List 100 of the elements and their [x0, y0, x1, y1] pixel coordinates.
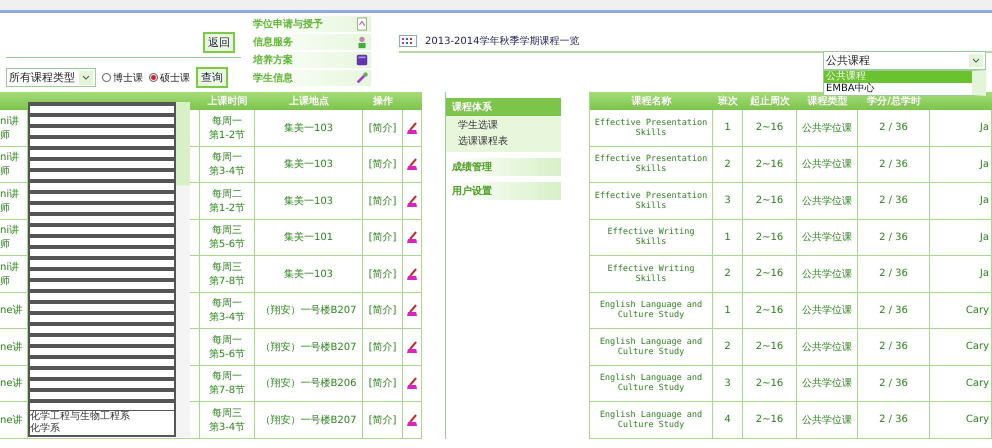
- table-cell: （翔安）一号楼B207: [255, 329, 363, 364]
- table-cell: 3: [713, 366, 743, 401]
- table-cell: （翔安）一号楼B207: [255, 402, 363, 438]
- column-header: 起止周次: [749, 94, 791, 109]
- page-title: 2013-2014学年秋季学期课程一览: [425, 34, 580, 48]
- table-cell: 1: [713, 220, 743, 255]
- column-header: 上课时间: [206, 94, 248, 109]
- table-cell: 1: [713, 292, 743, 328]
- radio-label: 博士课: [113, 72, 143, 84]
- back-button[interactable]: 返回: [203, 32, 235, 53]
- table-cell: Ja: [930, 256, 992, 292]
- edit-icon[interactable]: [405, 230, 419, 244]
- edit-icon[interactable]: [405, 340, 419, 354]
- table-cell: 2 / 36: [858, 220, 930, 255]
- intro-link[interactable]: [简介]: [368, 120, 396, 135]
- table-cell: 2: [713, 256, 743, 292]
- intro-link[interactable]: [简介]: [368, 266, 396, 281]
- table-cell: 2 / 36: [858, 146, 930, 182]
- document-icon: [355, 17, 369, 31]
- edit-icon[interactable]: [405, 120, 419, 135]
- table-cell: 公共学位课: [797, 110, 858, 146]
- table-cell: 每周三 第7-8节: [200, 256, 255, 292]
- intro-link[interactable]: [简介]: [368, 194, 396, 208]
- table-cell: 每周一 第3-4节: [200, 146, 255, 182]
- menu-item[interactable]: 信息服务: [251, 34, 371, 50]
- table-cell: 集美一103: [255, 183, 363, 218]
- table-cell: 每周三 第3-4节: [200, 402, 255, 438]
- table-cell: Cary: [930, 292, 992, 328]
- table-cell: 公共学位课: [797, 183, 858, 218]
- table-cell: 2 / 36: [858, 366, 930, 401]
- radio-button[interactable]: [102, 73, 111, 82]
- intro-link[interactable]: [简介]: [368, 157, 396, 172]
- table-cell: 每周一 第1-2节: [200, 110, 255, 146]
- dropdown-option[interactable]: 化学系: [30, 423, 174, 435]
- table-cell: 2~16: [743, 146, 797, 182]
- course-name: English Language and Culture Study: [590, 402, 713, 438]
- intro-link[interactable]: [简介]: [368, 303, 396, 318]
- edit-icon[interactable]: [405, 194, 419, 208]
- table-cell: 2 / 36: [858, 183, 930, 218]
- intro-link[interactable]: [简介]: [368, 376, 396, 390]
- column-header: 上课地点: [288, 94, 330, 109]
- table-cell: 每周二 第1-2节: [200, 183, 255, 218]
- table-cell: Ja: [930, 110, 992, 146]
- table-cell: 公共学位课: [797, 366, 858, 401]
- table-cell: 每周一 第3-4节: [200, 292, 255, 328]
- column-header: 操作: [372, 94, 394, 109]
- table-cell: 2~16: [743, 366, 797, 401]
- edit-icon[interactable]: [405, 266, 419, 281]
- column-header: 课程类型: [806, 94, 848, 109]
- menu-item[interactable]: 培养方案: [251, 52, 371, 68]
- column-header: 学分/总学时: [866, 95, 922, 109]
- table-cell: 2~16: [743, 292, 797, 328]
- category-select[interactable]: 公共课程: [823, 51, 986, 70]
- course-name: Effective Writing Skills: [590, 220, 713, 255]
- table-cell: 集美一101: [255, 220, 363, 255]
- submenu-item[interactable]: 学生选课: [458, 118, 561, 134]
- dropdown-option[interactable]: EMBA中心: [824, 83, 972, 95]
- table-cell: 公共学位课: [797, 402, 858, 438]
- table-cell: Ja: [930, 183, 992, 218]
- column-header: 课程名称: [630, 94, 672, 109]
- table-cell: Cary: [930, 329, 992, 364]
- table-cell: 1: [713, 110, 743, 146]
- edit-icon[interactable]: [405, 157, 419, 172]
- table-cell: 公共学位课: [797, 329, 858, 364]
- course-name: Effective Presentation Skills: [590, 183, 713, 218]
- table-cell: 2~16: [743, 220, 797, 255]
- table-cell: 2~16: [743, 256, 797, 292]
- edit-icon[interactable]: [405, 412, 419, 427]
- menu-item[interactable]: 学位申请与授予: [251, 16, 371, 32]
- table-cell: 每周一 第7-8节: [200, 366, 255, 401]
- column-header: 班次: [716, 94, 739, 109]
- table-cell: 集美一103: [255, 110, 363, 146]
- table-cell: 公共学位课: [797, 292, 858, 328]
- query-button[interactable]: 查询: [196, 67, 228, 88]
- scrollbar[interactable]: [176, 102, 190, 437]
- table-cell: 每周一 第5-6节: [200, 329, 255, 364]
- table-cell: 2~16: [743, 110, 797, 146]
- table-cell: 公共学位课: [797, 146, 858, 182]
- table-cell: 4: [713, 402, 743, 438]
- menu-item[interactable]: 学生信息: [251, 70, 371, 86]
- table-cell: 公共学位课: [797, 256, 858, 292]
- dropdown-option[interactable]: 化学工程与生物工程系: [30, 411, 174, 423]
- edit-icon[interactable]: [405, 303, 419, 318]
- table-cell: 2 / 36: [858, 256, 930, 292]
- table-cell: Cary: [930, 366, 992, 401]
- table-cell: 2 / 36: [858, 110, 930, 146]
- submenu-item[interactable]: 选课课程表: [458, 134, 561, 150]
- intro-link[interactable]: [简介]: [368, 412, 396, 427]
- intro-link[interactable]: [简介]: [368, 230, 396, 244]
- edit-icon[interactable]: [405, 376, 419, 390]
- radio-button[interactable]: [149, 73, 158, 82]
- course-name: English Language and Culture Study: [590, 329, 713, 364]
- table-cell: 2 / 36: [858, 292, 930, 328]
- course-type-select[interactable]: 所有课程类型: [6, 68, 96, 87]
- table-cell: 3: [713, 183, 743, 218]
- intro-link[interactable]: [简介]: [368, 340, 396, 354]
- table-cell: Ja: [930, 146, 992, 182]
- radio-label: 硕士课: [160, 72, 190, 84]
- table-cell: 每周三 第5-6节: [200, 220, 255, 255]
- caret-icon: [969, 54, 983, 67]
